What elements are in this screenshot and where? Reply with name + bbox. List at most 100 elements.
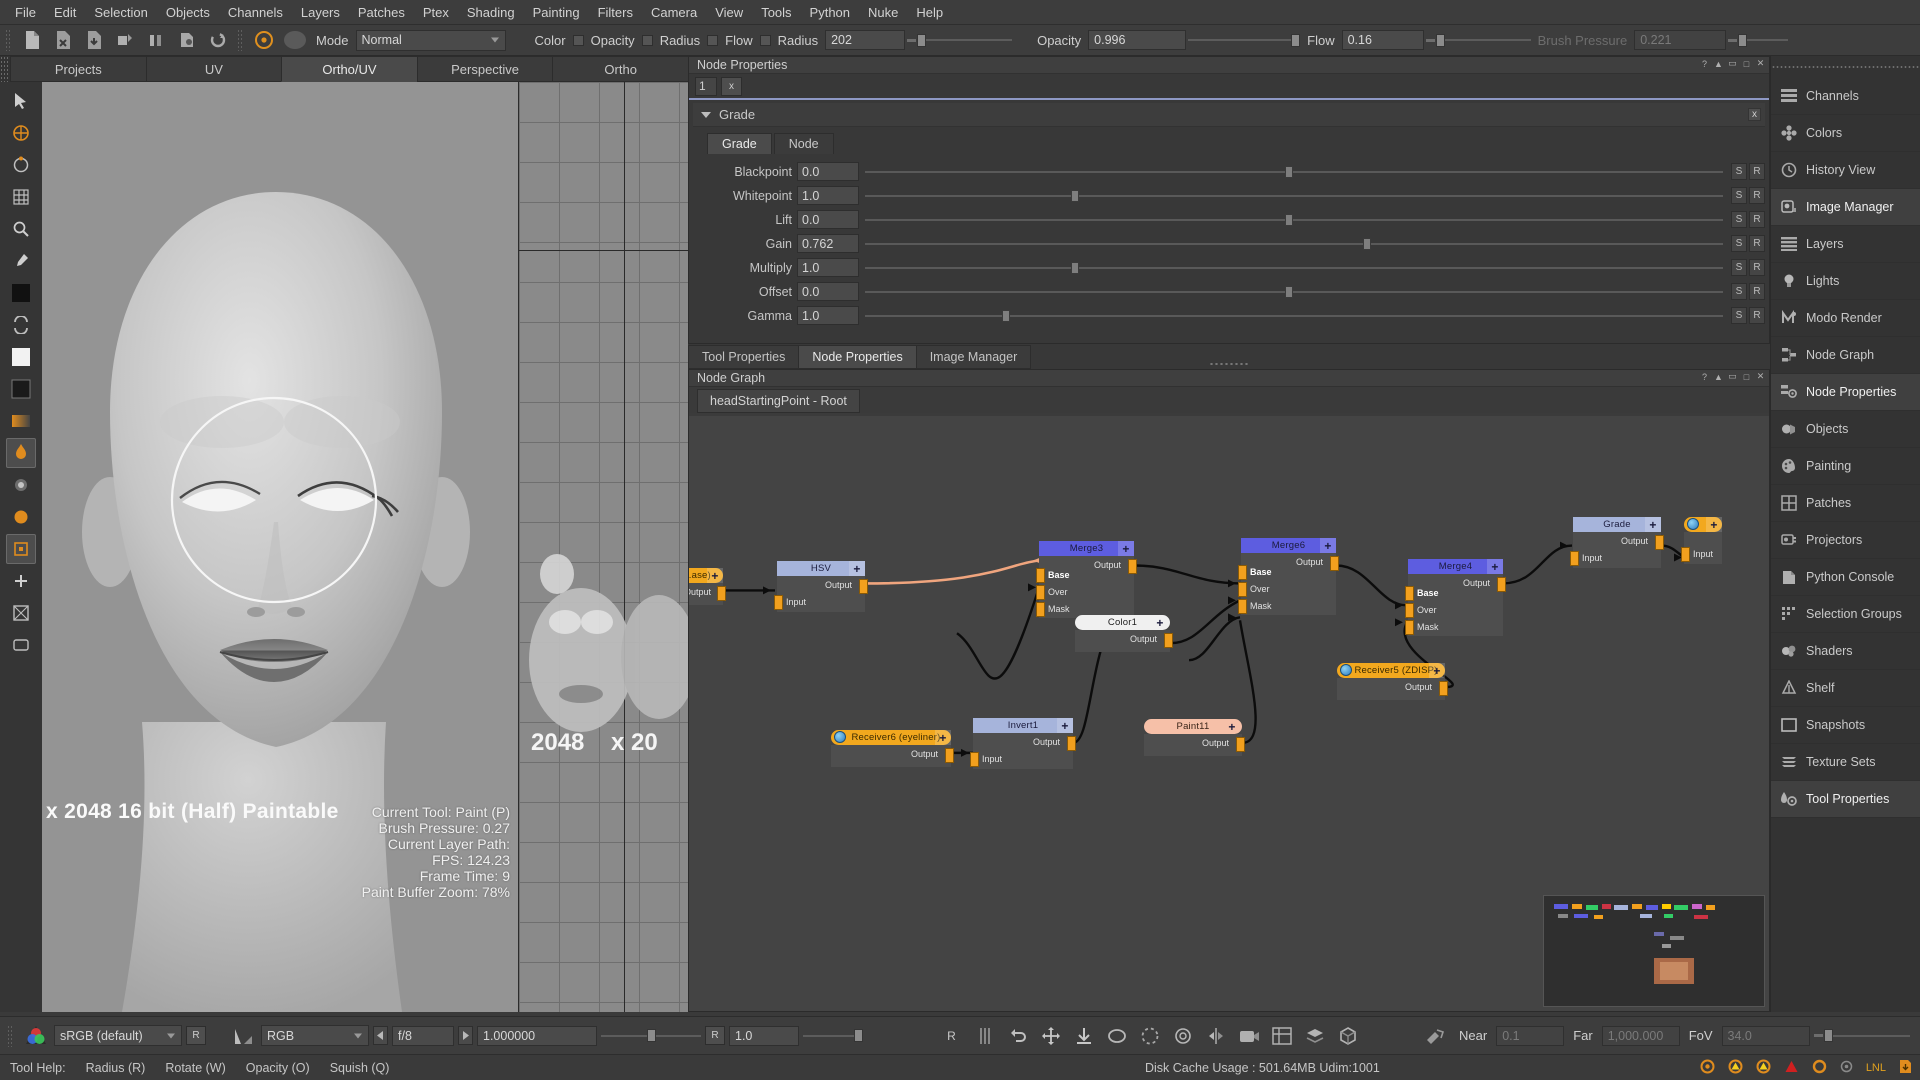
node-graph-canvas[interactable]: ...ase) + Output HSV + Input Output [689,416,1769,1011]
fov-slider[interactable] [1813,1026,1910,1046]
brush-pressure-input[interactable]: 0.221 [1634,30,1727,50]
node-header[interactable]: Merge3 + [1039,541,1134,556]
property-value-field[interactable]: 1.0 [797,258,859,277]
panel-help-icon[interactable]: ? [1699,58,1710,69]
node-header[interactable]: HSV + [777,561,865,576]
sidebar-item-channels[interactable]: Channels [1771,78,1920,115]
property-set-key-button[interactable]: S [1731,211,1747,228]
port-over[interactable] [1405,603,1414,618]
node-output-receiver[interactable]: + Input [1681,517,1722,564]
gamma-slider[interactable] [601,1026,701,1046]
node-merge6[interactable]: Merge6 + Output Base Over Mask [1238,538,1339,615]
port-output[interactable] [1164,633,1173,648]
tab-ortho-uv[interactable]: Ortho/UV [281,56,418,82]
port-output[interactable] [1439,681,1448,696]
node-header[interactable]: Merge4 + [1408,559,1503,574]
port-base[interactable] [1405,586,1414,601]
new-project-icon[interactable] [17,27,46,53]
far-field[interactable]: 1,000.000 [1601,1025,1680,1046]
node-expand-icon[interactable]: + [707,568,723,583]
property-set-key-button[interactable]: S [1731,283,1747,300]
menu-item-file[interactable]: File [6,2,45,23]
sidebar-item-history-view[interactable]: History View [1771,152,1920,189]
node-header[interactable]: ...ase) + [689,568,723,583]
property-reset-button[interactable]: R [1749,187,1765,204]
port-output[interactable] [1497,577,1506,592]
grade-group-header[interactable]: Grade x [693,103,1765,127]
foreground-color-swatch[interactable] [6,278,36,308]
frame-selection-icon[interactable] [6,630,36,660]
node-expand-icon[interactable]: + [849,561,865,576]
exposure-slider[interactable] [803,1026,863,1046]
tab-image-manager[interactable]: Image Manager [915,345,1032,369]
zoom-icon[interactable] [6,214,36,244]
port-input[interactable] [1681,547,1690,562]
property-value-field[interactable]: 1.0 [797,186,859,205]
cube-icon[interactable] [1333,1023,1362,1049]
clear-properties-button[interactable]: x [721,76,742,96]
window-layout-icon[interactable] [1267,1023,1296,1049]
subtab-grade[interactable]: Grade [707,133,772,154]
property-set-key-button[interactable]: S [1731,259,1747,276]
panel-float-icon[interactable]: ▲ [1713,58,1724,69]
flow-slider[interactable] [1425,30,1531,50]
menu-item-nuke[interactable]: Nuke [859,2,907,23]
r-toggle-icon[interactable]: R [937,1023,966,1049]
property-reset-button[interactable]: R [1749,259,1765,276]
menu-item-channels[interactable]: Channels [219,2,292,23]
bottom-toolbar-grip[interactable] [7,1024,14,1047]
shortcut-rotate[interactable]: Rotate (W) [155,1061,235,1075]
menu-item-edit[interactable]: Edit [45,2,85,23]
collapse-triangle-icon[interactable] [701,111,711,118]
opacity-input[interactable]: 0.996 [1088,30,1187,50]
camera-icon[interactable] [1234,1023,1263,1049]
close-project-icon[interactable] [48,27,77,53]
undo-icon[interactable] [1003,1023,1032,1049]
node-invert1[interactable]: Invert1 + Input Output [970,718,1076,769]
eyedropper-icon[interactable] [6,246,36,276]
sidebar-item-texture-sets[interactable]: Texture Sets [1771,744,1920,781]
viewport-tabs-grip[interactable] [0,56,10,82]
toolbar-grip-2[interactable] [237,29,244,51]
sidebar-item-node-properties[interactable]: Node Properties [1771,374,1920,411]
clear-buffer-icon[interactable] [1102,1023,1131,1049]
port-output[interactable] [1067,736,1076,751]
sidebar-item-patches[interactable]: Patches [1771,485,1920,522]
tab-ortho[interactable]: Ortho [552,56,689,82]
bake-down-icon[interactable] [1069,1023,1098,1049]
exposure-field[interactable]: 1.0 [729,1025,799,1046]
paint-buffer-icon[interactable] [6,534,36,564]
fov-field[interactable]: 34.0 [1721,1025,1810,1046]
node-expand-icon[interactable]: + [1706,517,1722,532]
node-graph-float-icon[interactable]: ▲ [1713,371,1724,382]
node-header[interactable]: Receiver5 (ZDISP) + [1337,663,1445,678]
colorspace-dropdown[interactable]: sRGB (default) [54,1025,182,1046]
node-merge4[interactable]: Merge4 + Output Base Over Mask [1405,559,1506,636]
port-output[interactable] [945,748,954,763]
sidebar-item-shelf[interactable]: Shelf [1771,670,1920,707]
panel-resize-handle[interactable] [1209,362,1249,366]
node-header[interactable]: Receiver6 (eyeliner) + [831,730,951,745]
port-output[interactable] [1655,535,1664,550]
background-color-swatch[interactable] [6,342,36,372]
rotate-icon[interactable] [6,150,36,180]
node-graph-minimize-icon[interactable]: ▭ [1727,371,1738,382]
panel-minimize-icon[interactable]: ▭ [1727,58,1738,69]
port-output[interactable] [1128,559,1137,574]
node-grade[interactable]: Grade + Input Output [1570,517,1664,568]
save-project-icon[interactable] [79,27,108,53]
color-wheel-icon[interactable] [21,1023,50,1049]
node-receiver5-zdisp[interactable]: Receiver5 (ZDISP) + Output [1337,663,1448,700]
import-icon[interactable] [110,27,139,53]
node-hsv[interactable]: HSV + Input Output [774,561,868,612]
brush-pressure-slider[interactable] [1728,30,1789,50]
port-mask[interactable] [1238,599,1247,614]
radius-checkbox[interactable] [707,34,719,46]
sidebar-item-projectors[interactable]: Projectors [1771,522,1920,559]
uv-grid-pane[interactable]: 2048 x 20 [518,82,688,1012]
warning-icon-1[interactable] [1728,1059,1743,1077]
node-merge3[interactable]: Merge3 + Output Base Over Mask [1036,541,1137,618]
prev-stop-button[interactable] [373,1026,388,1045]
node-header[interactable]: Merge6 + [1241,538,1336,553]
property-slider[interactable] [865,162,1723,181]
